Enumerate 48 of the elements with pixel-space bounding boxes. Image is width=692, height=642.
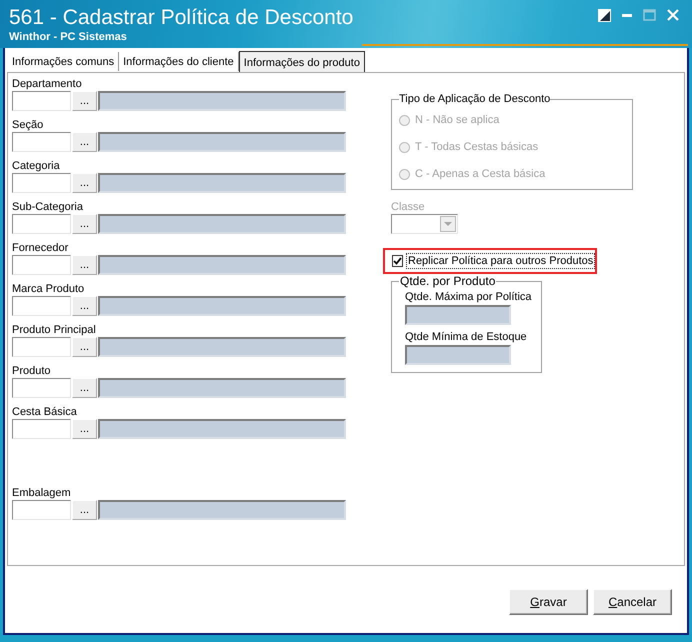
lookup-button[interactable]: ... [72,500,97,520]
field-label: Sub-Categoria [12,200,83,214]
checkbox-label[interactable]: Replicar Política para outros Produtos [406,253,596,269]
minimize-icon[interactable] [622,14,632,16]
code-input[interactable] [12,173,71,193]
radio-option: N - Não se aplica [399,112,500,128]
field-label: Qtde Mínima de Estoque [405,330,527,345]
lookup-button[interactable]: ... [72,91,97,111]
tab[interactable]: Informações do produto [238,51,365,72]
field-label: Fornecedor [12,241,68,255]
dialog-button[interactable]: Cancelar [593,589,672,615]
code-input[interactable] [12,214,71,234]
lookup-button[interactable]: ... [72,378,97,398]
field-label: Classe [391,200,425,214]
code-input[interactable] [12,296,71,316]
field-label: Marca Produto [12,282,84,296]
lookup-button[interactable]: ... [72,132,97,152]
code-input[interactable] [12,132,71,152]
field-label: Departamento [12,77,82,91]
field-label: Cesta Básica [12,405,77,419]
dock-icon[interactable] [598,8,611,22]
code-input[interactable] [12,378,71,398]
code-input[interactable] [12,255,71,275]
field-label: Produto [12,364,51,378]
radio-option: T - Todas Cestas básicas [399,139,538,155]
lookup-button[interactable]: ... [72,255,97,275]
checkbox-icon[interactable] [392,255,403,267]
field-label: Qtde. Máxima por Política [405,290,532,305]
group-title: Qtde. por Produto [399,275,496,288]
lookup-button[interactable]: ... [72,173,97,193]
code-input[interactable] [12,500,71,520]
window-subtitle: Winthor - PC Sistemas [9,31,127,44]
field-label: Categoria [12,159,60,173]
close-icon[interactable] [667,9,679,21]
lookup-button[interactable]: ... [72,419,97,439]
field-label: Seção [12,118,44,132]
code-input[interactable] [12,337,71,357]
window-title: 561 - Cadastrar Política de Desconto [9,6,354,30]
lookup-button[interactable]: ... [72,296,97,316]
lookup-button[interactable]: ... [72,214,97,234]
group-title: Tipo de Aplicação de Desconto [399,93,550,106]
field-label: Embalagem [12,486,71,500]
code-input[interactable] [12,91,71,111]
dialog-button[interactable]: Gravar [509,589,588,615]
radio-option: C - Apenas a Cesta básica [399,166,546,182]
code-input[interactable] [12,419,71,439]
lookup-button[interactable]: ... [72,337,97,357]
field-label: Produto Principal [12,323,96,337]
